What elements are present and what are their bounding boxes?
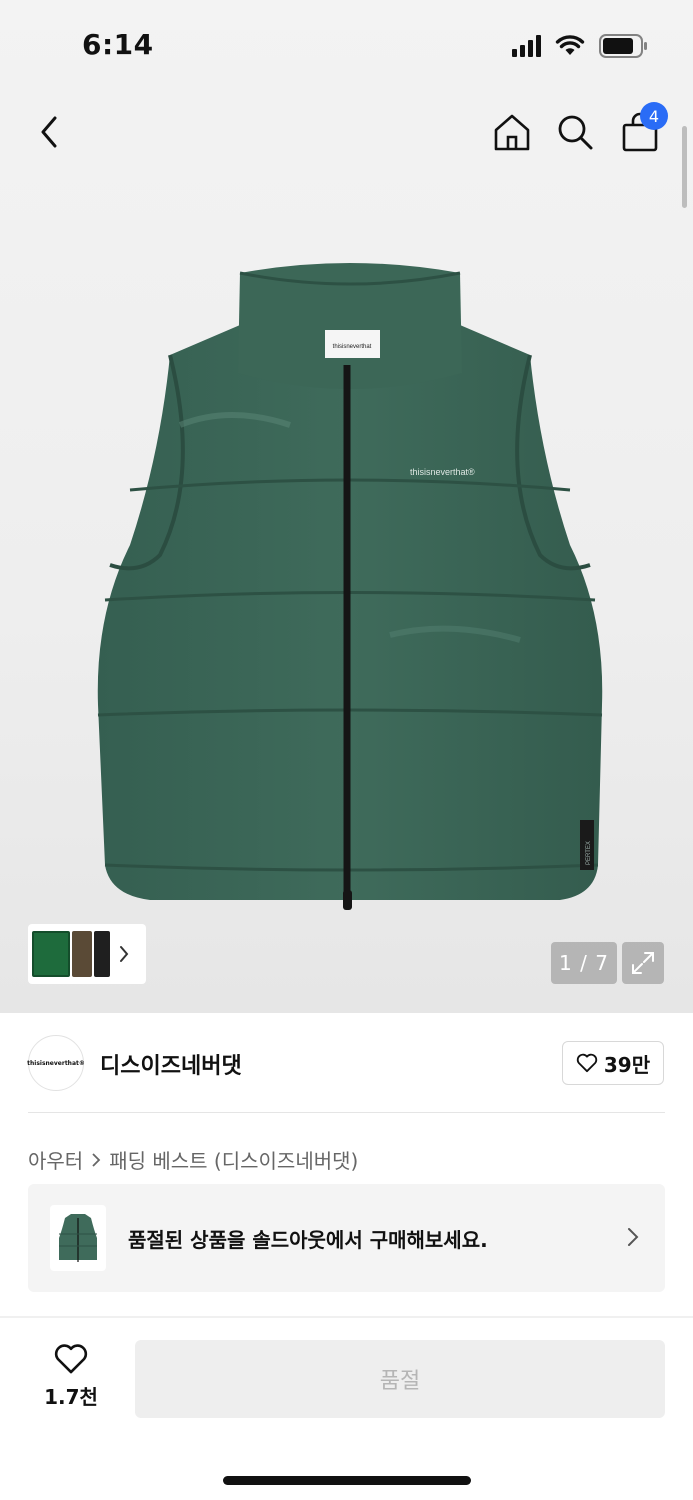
color-variant-strip[interactable] bbox=[28, 924, 146, 984]
scrollbar[interactable] bbox=[682, 126, 687, 208]
variant-thumb-green[interactable] bbox=[32, 931, 70, 977]
expand-icon bbox=[632, 952, 654, 974]
product-gallery[interactable]: 6:14 4 thisisneverthat thisisneverthat® … bbox=[0, 0, 693, 1013]
collar-label-text: thisisneverthat bbox=[333, 344, 372, 350]
soldout-banner-text: 품절된 상품을 솔드아웃에서 구매해보세요. bbox=[128, 1228, 488, 1252]
image-page-indicator: 1 / 7 bbox=[551, 942, 617, 984]
search-icon bbox=[558, 115, 593, 150]
breadcrumb-subcategory[interactable]: 패딩 베스트 (디스이즈네버댓) bbox=[109, 1145, 358, 1174]
home-indicator[interactable] bbox=[223, 1476, 471, 1485]
variant-thumb-brown[interactable] bbox=[72, 931, 92, 977]
top-navigation: 4 bbox=[0, 100, 693, 164]
chest-logo-text: thisisneverthat® bbox=[410, 467, 475, 477]
status-bar: 6:14 bbox=[0, 0, 693, 92]
brand-like-count: 39만 bbox=[603, 1052, 651, 1077]
brand-logo[interactable]: thisisneverthat® bbox=[27, 1035, 85, 1091]
product-image[interactable]: thisisneverthat thisisneverthat® PERTEX bbox=[90, 255, 610, 920]
chevron-right-icon bbox=[120, 946, 129, 962]
back-button[interactable] bbox=[26, 106, 74, 158]
chevron-right-icon bbox=[628, 1228, 639, 1246]
wifi-icon bbox=[555, 35, 585, 55]
banner-product-thumbnail bbox=[50, 1205, 106, 1271]
heart-icon bbox=[54, 1344, 88, 1374]
bottom-bar-separator bbox=[0, 1316, 693, 1318]
back-icon bbox=[41, 116, 57, 148]
soldout-resale-banner[interactable]: 품절된 상품을 솔드아웃에서 구매해보세요. bbox=[28, 1184, 665, 1292]
brand-name[interactable]: 디스이즈네버댓 bbox=[100, 1048, 242, 1080]
soldout-buy-button[interactable]: 품절 bbox=[135, 1340, 665, 1418]
side-tag-text: PERTEX bbox=[586, 841, 592, 865]
breadcrumb-category[interactable]: 아우터 bbox=[28, 1145, 83, 1174]
home-icon bbox=[494, 114, 530, 151]
battery-icon bbox=[599, 34, 647, 58]
signal-icon bbox=[512, 35, 541, 57]
divider bbox=[28, 1112, 665, 1113]
cart-count-badge: 4 bbox=[640, 102, 668, 130]
product-like-count: 1.7천 bbox=[44, 1385, 98, 1409]
cart-button[interactable]: 4 bbox=[616, 102, 668, 158]
brand-like-button[interactable]: 39만 bbox=[562, 1041, 664, 1085]
chevron-right-icon bbox=[92, 1152, 101, 1167]
search-button[interactable] bbox=[551, 106, 599, 158]
breadcrumb: 아우터 패딩 베스트 (디스이즈네버댓) bbox=[28, 1145, 358, 1174]
heart-icon bbox=[576, 1053, 598, 1073]
brand-row[interactable]: thisisneverthat® 디스이즈네버댓 39만 bbox=[0, 1013, 693, 1113]
status-time: 6:14 bbox=[82, 28, 154, 61]
expand-image-button[interactable] bbox=[622, 942, 664, 984]
product-like-button[interactable]: 1.7천 bbox=[28, 1343, 114, 1419]
home-button[interactable] bbox=[488, 106, 536, 158]
variant-thumb-black[interactable] bbox=[94, 931, 110, 977]
status-icons bbox=[512, 34, 649, 58]
